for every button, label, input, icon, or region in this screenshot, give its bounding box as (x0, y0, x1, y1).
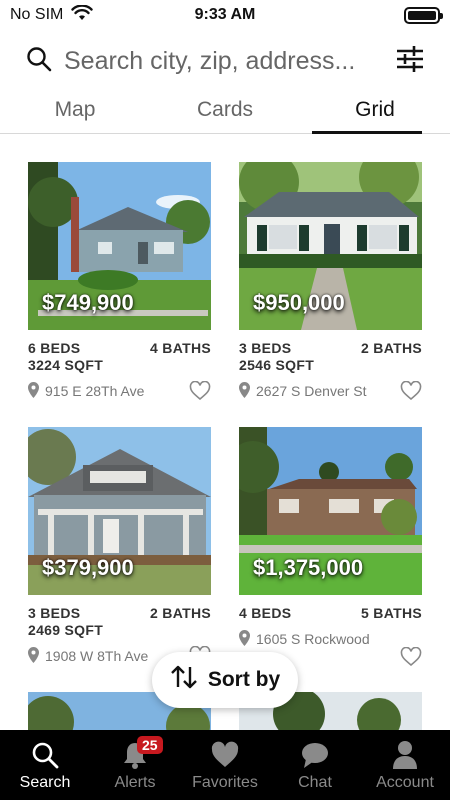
listing-baths: 2 BATHS (361, 340, 422, 356)
chat-bubble-icon (300, 738, 330, 772)
listing-photo[interactable]: $379,900 (28, 427, 211, 595)
listing-address-row: 1605 S Rockwood (239, 629, 422, 649)
nav-alerts[interactable]: 25 Alerts (90, 730, 180, 800)
listing-address-row: 915 E 28Th Ave (28, 380, 211, 401)
favorite-heart-icon[interactable] (400, 646, 422, 667)
listing-baths: 5 BATHS (361, 605, 422, 621)
listing-photo[interactable]: $1,375,000 (239, 427, 422, 595)
nav-search[interactable]: Search (0, 730, 90, 800)
listing-meta-2: 2546 SQFT (239, 357, 422, 373)
listing-card[interactable]: $749,900 6 BEDS 4 BATHS 3224 SQFT 915 E … (28, 162, 211, 401)
listing-card[interactable]: $379,900 3 BEDS 2 BATHS 2469 SQFT 1908 W… (28, 427, 211, 666)
listing-price: $950,000 (253, 290, 345, 315)
listing-address: 915 E 28Th Ave (45, 383, 145, 399)
search-icon (26, 46, 52, 77)
nav-favorites-label: Favorites (192, 774, 258, 791)
bottom-nav: Search 25 Alerts Favorites Chat Account (0, 730, 450, 800)
listing-price: $379,900 (42, 555, 134, 580)
sort-by-label: Sort by (207, 668, 281, 691)
listing-price: $1,375,000 (253, 555, 364, 580)
nav-search-label: Search (19, 774, 71, 791)
favorite-heart-icon[interactable] (400, 380, 422, 401)
tab-cards[interactable]: Cards (150, 88, 300, 133)
tab-grid[interactable]: Grid (300, 88, 450, 134)
person-icon (392, 738, 418, 772)
listing-meta: 3 BEDS 2 BATHS (28, 605, 211, 621)
listing-sqft: 2469 SQFT (28, 622, 104, 638)
listing-meta: 4 BEDS 5 BATHS (239, 605, 422, 621)
listing-sqft: 2546 SQFT (239, 357, 315, 373)
location-pin-icon (28, 381, 39, 401)
listing-beds: 4 BEDS (239, 605, 292, 621)
location-pin-icon (28, 646, 39, 666)
nav-alerts-label: Alerts (114, 774, 156, 791)
alerts-count-badge: 25 (137, 736, 163, 754)
listing-meta-2: 2469 SQFT (28, 622, 211, 638)
search-bar (0, 36, 450, 86)
nav-chat-label: Chat (298, 774, 332, 791)
nav-favorites[interactable]: Favorites (180, 730, 270, 800)
listing-beds: 3 BEDS (239, 340, 292, 356)
view-tabs: Map Cards Grid (0, 88, 450, 134)
nav-chat[interactable]: Chat (270, 730, 360, 800)
listing-baths: 2 BATHS (150, 605, 211, 621)
listing-address: 1605 S Rockwood (256, 631, 370, 647)
tab-map[interactable]: Map (0, 88, 150, 133)
listing-address: 2627 S Denver St (256, 383, 367, 399)
wifi-icon (71, 3, 94, 26)
listing-photo[interactable]: $749,900 (28, 162, 211, 330)
search-icon (31, 738, 59, 772)
listing-card[interactable]: $1,375,000 4 BEDS 5 BATHS 1605 S Rockwoo… (239, 427, 422, 667)
listing-photo[interactable]: $950,000 (239, 162, 422, 330)
filter-button[interactable] (392, 43, 428, 79)
filter-sliders-icon (395, 44, 425, 79)
listing-meta-2: 3224 SQFT (28, 357, 211, 373)
listing-beds: 3 BEDS (28, 605, 81, 621)
search-input[interactable] (64, 46, 392, 76)
listing-baths: 4 BATHS (150, 340, 211, 356)
listing-address-row: 2627 S Denver St (239, 380, 422, 401)
listing-meta: 6 BEDS 4 BATHS (28, 340, 211, 356)
location-pin-icon (239, 629, 250, 649)
nav-account[interactable]: Account (360, 730, 450, 800)
listing-beds: 6 BEDS (28, 340, 81, 356)
sort-by-button[interactable]: Sort by (152, 652, 298, 708)
status-left: No SIM (10, 3, 94, 26)
heart-icon (210, 738, 240, 772)
carrier-label: No SIM (10, 6, 64, 23)
battery-icon (404, 6, 443, 24)
status-bar: No SIM 9:33 AM (0, 0, 450, 30)
favorite-heart-icon[interactable] (189, 380, 211, 401)
listing-meta: 3 BEDS 2 BATHS (239, 340, 422, 356)
sort-arrows-icon (170, 664, 198, 696)
listing-price: $749,900 (42, 290, 134, 315)
listing-sqft: 3224 SQFT (28, 357, 104, 373)
nav-account-label: Account (376, 774, 434, 791)
location-pin-icon (239, 381, 250, 401)
listing-card[interactable]: $950,000 3 BEDS 2 BATHS 2546 SQFT 2627 S… (239, 162, 422, 401)
